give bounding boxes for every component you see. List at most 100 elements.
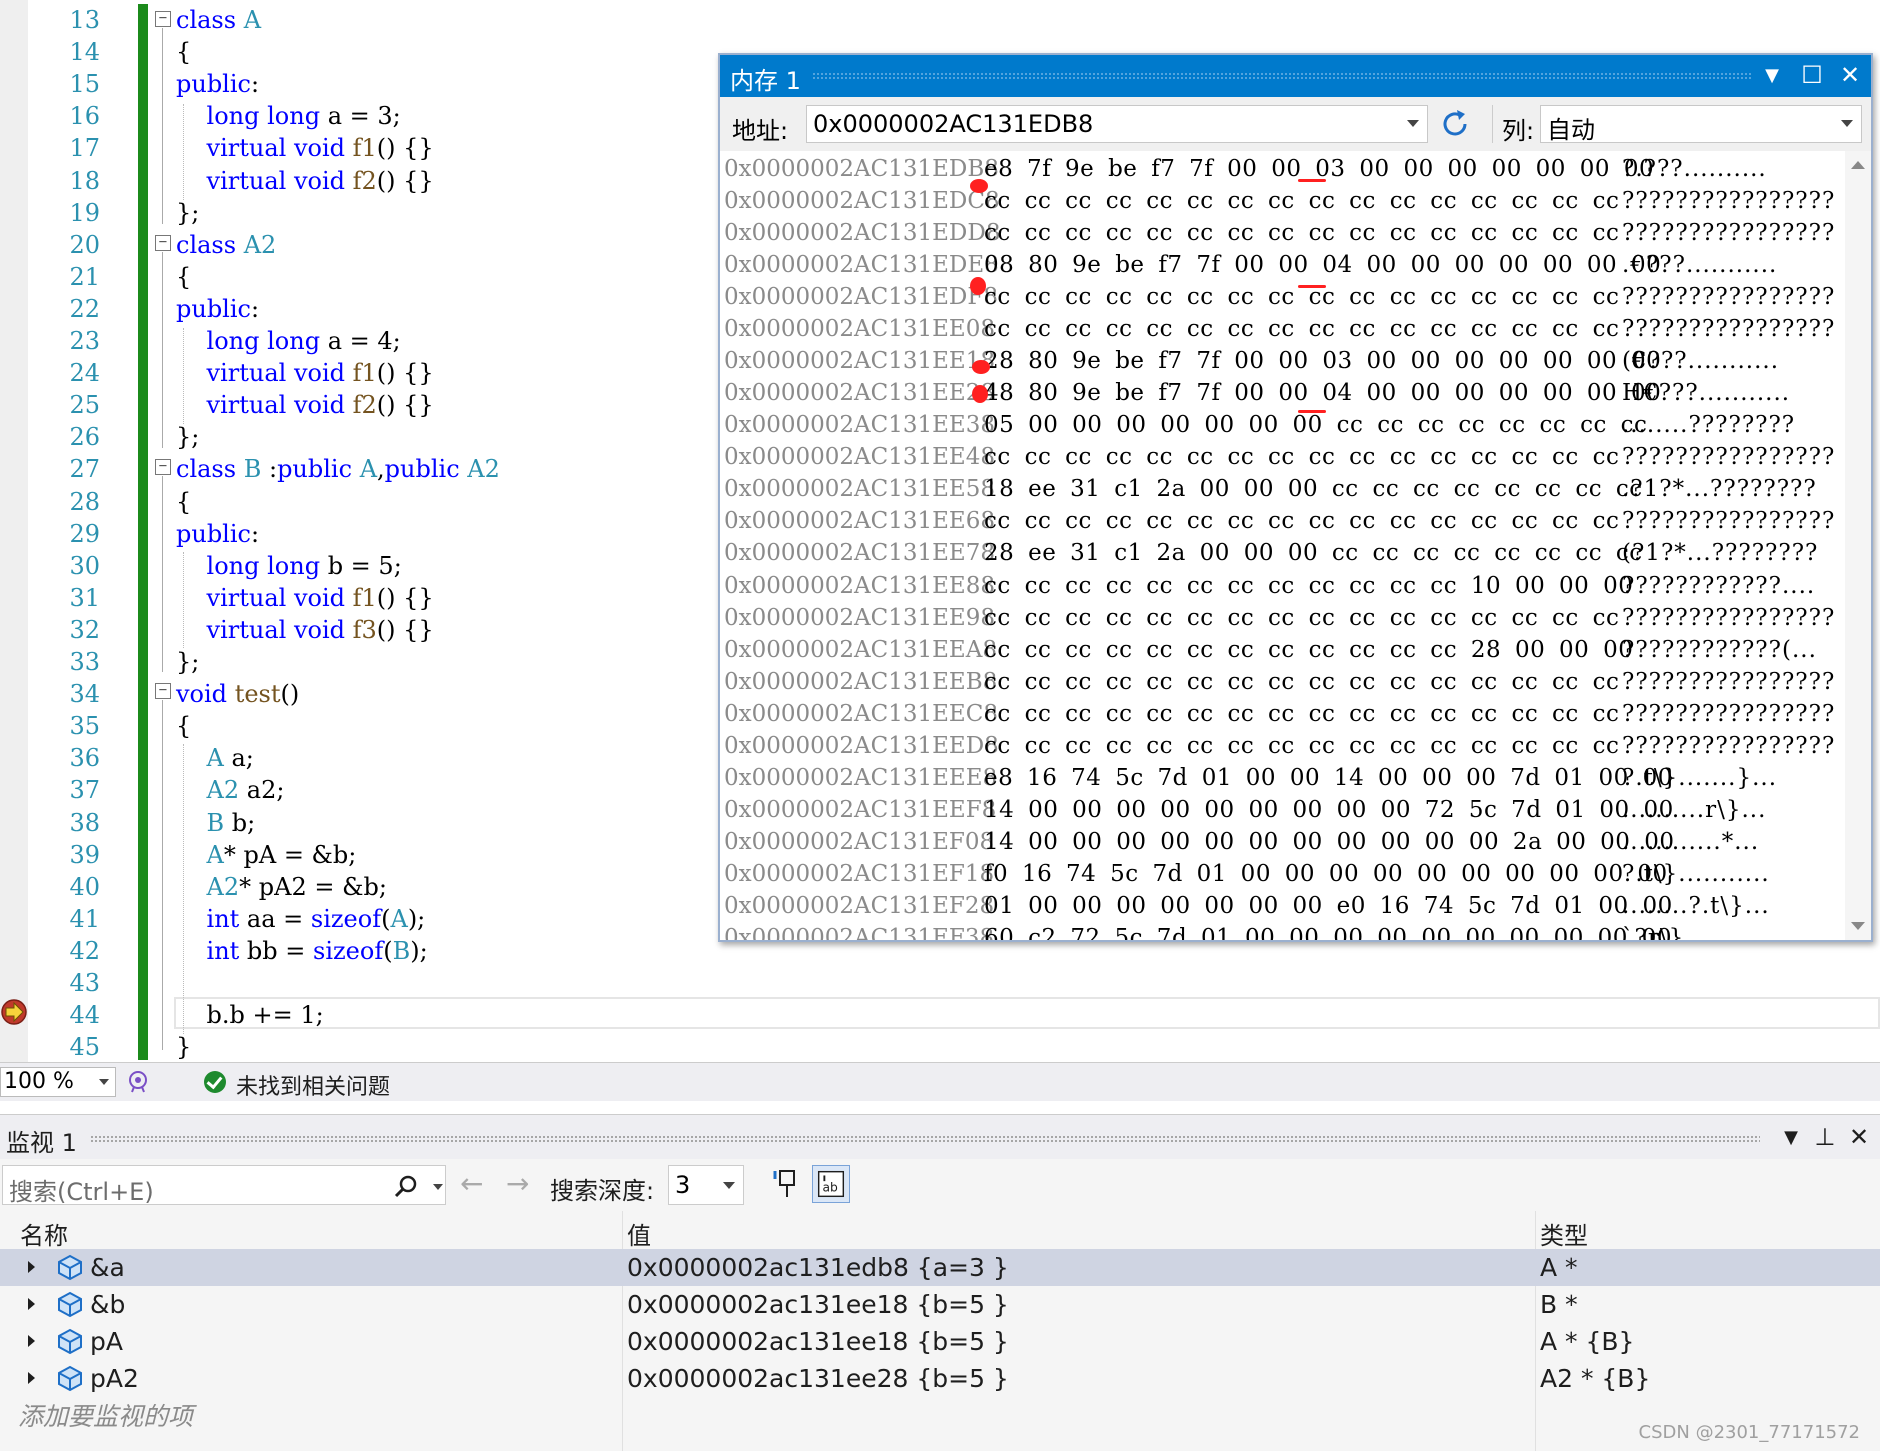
code-text[interactable]: A* pA = &b; (176, 839, 357, 871)
code-text[interactable]: public: (176, 518, 259, 550)
code-text[interactable]: A2 a2; (176, 774, 285, 806)
code-line[interactable]: 44 b.b += 1; (0, 999, 1880, 1031)
search-previous-icon[interactable]: ← (460, 1167, 483, 1200)
code-line[interactable]: 13 class A (0, 4, 1880, 36)
expand-arrow-icon[interactable] (28, 1372, 35, 1384)
window-menu-dropdown-icon[interactable]: ▼ (1757, 65, 1787, 86)
expand-arrow-icon[interactable] (28, 1261, 35, 1273)
code-token: sizeof (310, 904, 382, 933)
watch-value[interactable]: 0x0000002ac131ee18 {b=5 } (627, 1327, 1009, 1356)
code-text[interactable]: { (176, 710, 191, 742)
code-text[interactable]: } (176, 1031, 191, 1062)
code-text[interactable]: class B :public A,public A2 (176, 453, 500, 485)
code-line[interactable]: 43 (0, 967, 1880, 999)
code-text[interactable]: { (176, 486, 191, 518)
chevron-down-icon[interactable] (723, 1182, 735, 1189)
code-text[interactable]: long long b = 5; (176, 550, 402, 582)
line-number: 25 (69, 391, 100, 420)
code-text[interactable]: }; (176, 646, 199, 678)
search-next-icon[interactable]: → (506, 1167, 529, 1200)
watch-search-input[interactable]: 搜索(Ctrl+E) (2, 1165, 446, 1206)
watch-row[interactable]: &b 0x0000002ac131ee18 {b=5 } B * (0, 1286, 1880, 1323)
watch-row[interactable]: pA2 0x0000002ac131ee28 {b=5 } A2 * {B} (0, 1360, 1880, 1397)
close-icon[interactable]: ✕ (1835, 61, 1865, 89)
code-token: virtual (206, 391, 287, 420)
scroll-up-icon[interactable] (1851, 161, 1865, 169)
code-text[interactable]: class A (176, 4, 261, 36)
search-icon[interactable] (393, 1174, 419, 1200)
view-as-text-icon[interactable]: ab (812, 1165, 850, 1203)
title-grip[interactable] (90, 1135, 1760, 1143)
code-text[interactable]: long long a = 4; (176, 325, 401, 357)
code-text[interactable]: virtual void f2() {} (176, 389, 434, 421)
code-text[interactable]: virtual void f1() {} (176, 132, 434, 164)
pin-to-source-icon[interactable] (768, 1165, 806, 1203)
expand-arrow-icon[interactable] (28, 1335, 35, 1347)
svg-text:ab: ab (822, 1181, 838, 1195)
code-text[interactable]: B b; (176, 807, 256, 839)
watch-row[interactable]: pA 0x0000002ac131ee18 {b=5 } A * {B} (0, 1323, 1880, 1360)
add-watch-placeholder[interactable]: 添加要监视的项 (18, 1397, 193, 1433)
code-text[interactable]: long long a = 3; (176, 100, 401, 132)
watch-row[interactable]: &a 0x0000002ac131edb8 {a=3 } A * (0, 1249, 1880, 1286)
window-menu-dropdown-icon[interactable]: ▼ (1776, 1127, 1806, 1148)
code-text[interactable]: void test() (176, 678, 299, 710)
columns-value: 自动 (1547, 116, 1595, 144)
column-value-header[interactable]: 值 (627, 1216, 651, 1251)
line-number: 22 (69, 294, 100, 323)
watch-name: &a (90, 1253, 125, 1282)
code-token: class (176, 455, 237, 484)
refresh-icon[interactable] (1438, 107, 1472, 141)
code-text[interactable]: public: (176, 68, 259, 100)
memory-scrollbar[interactable] (1845, 151, 1871, 940)
code-text[interactable]: A a; (176, 742, 254, 774)
columns-select[interactable]: 自动 (1540, 105, 1862, 144)
pin-icon[interactable]: ⊥ (1810, 1123, 1840, 1151)
code-token: a; (223, 744, 254, 773)
maximize-icon[interactable]: ☐ (1797, 61, 1827, 89)
scroll-down-icon[interactable] (1851, 922, 1865, 930)
memory-content[interactable]: 0x0000002AC131EDB8 e8 7f 9e be f7 7f 00 0… (720, 151, 1871, 940)
chevron-down-icon[interactable] (1407, 120, 1419, 127)
watch-window[interactable]: 监视 1 ▼ ⊥ ✕ 搜索(Ctrl+E) ← → 搜索深度: 3 ab 名称 … (0, 1114, 1880, 1451)
code-text[interactable]: class A2 (176, 229, 276, 261)
title-grip[interactable] (812, 72, 1751, 80)
memory-window[interactable]: 内存 1 ▼ ☐ ✕ 地址: 0x0000002AC131EDB8 列: 自动 … (718, 53, 1873, 942)
memory-bytes: 08 80 9e be f7 7f 00 00 04 00 00 00 00 0… (984, 252, 1662, 279)
chevron-down-icon[interactable] (1841, 120, 1853, 127)
code-text[interactable]: b.b += 1; (176, 999, 324, 1031)
zoom-select[interactable]: 100 % (0, 1067, 116, 1097)
memory-title-bar[interactable]: 内存 1 ▼ ☐ ✕ (720, 55, 1871, 97)
address-input[interactable]: 0x0000002AC131EDB8 (806, 105, 1428, 143)
code-text[interactable]: int aa = sizeof(A); (176, 903, 426, 935)
code-text[interactable]: }; (176, 421, 199, 453)
column-type-header[interactable]: 类型 (1540, 1216, 1588, 1251)
chevron-down-icon[interactable] (99, 1079, 109, 1085)
search-depth-select[interactable]: 3 (668, 1165, 744, 1205)
code-text[interactable]: virtual void f1() {} (176, 357, 434, 389)
memory-address: 0x0000002AC131EE58 (724, 476, 995, 503)
watch-title-bar[interactable]: 监视 1 ▼ ⊥ ✕ (0, 1115, 1880, 1159)
code-text[interactable]: virtual void f2() {} (176, 165, 434, 197)
close-icon[interactable]: ✕ (1844, 1123, 1874, 1151)
watch-value[interactable]: 0x0000002ac131ee28 {b=5 } (627, 1364, 1009, 1393)
line-number: 30 (69, 551, 100, 580)
code-text[interactable]: int bb = sizeof(B); (176, 935, 428, 967)
code-text[interactable]: virtual void f3() {} (176, 614, 434, 646)
code-line[interactable]: 45} (0, 1031, 1880, 1062)
code-text[interactable]: A2* pA2 = &b; (176, 871, 387, 903)
column-name-header[interactable]: 名称 (20, 1216, 68, 1251)
code-text[interactable]: { (176, 261, 191, 293)
watch-value[interactable]: 0x0000002ac131edb8 {a=3 } (627, 1253, 1009, 1282)
code-text[interactable]: public: (176, 293, 259, 325)
code-text[interactable]: }; (176, 197, 199, 229)
issues-status[interactable]: 未找到相关问题 (236, 1069, 390, 1101)
watch-value[interactable]: 0x0000002ac131ee18 {b=5 } (627, 1290, 1009, 1319)
intellicode-icon[interactable] (126, 1069, 150, 1093)
code-text[interactable]: { (176, 36, 191, 68)
expand-arrow-icon[interactable] (28, 1298, 35, 1310)
chevron-down-icon[interactable] (433, 1184, 443, 1190)
code-text[interactable]: virtual void f1() {} (176, 582, 434, 614)
